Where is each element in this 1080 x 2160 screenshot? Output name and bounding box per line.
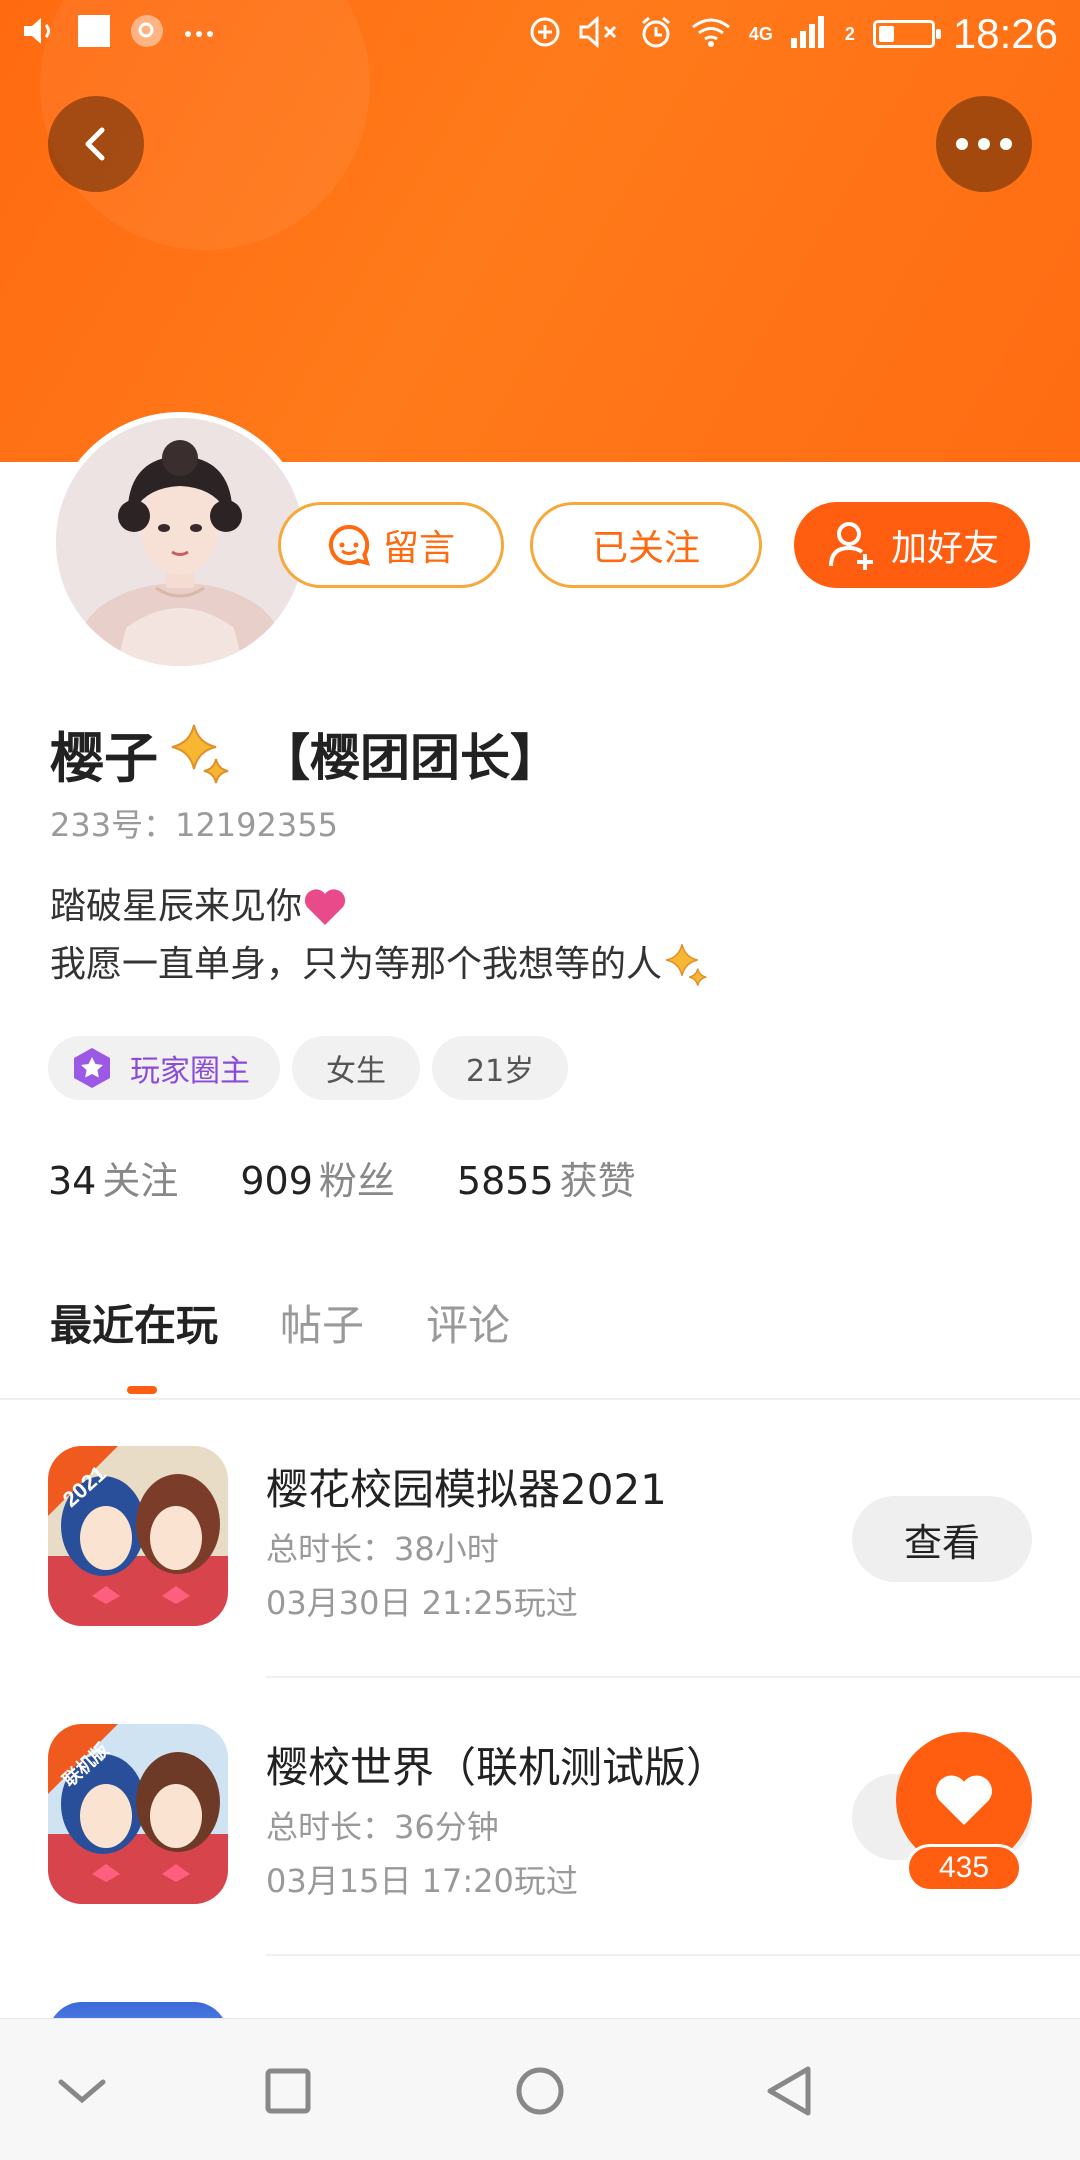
- sim-slot: 2: [844, 23, 855, 44]
- following-label: 关注: [102, 1159, 179, 1203]
- bio-line-1: 踏破星辰来见你: [50, 886, 303, 927]
- avatar[interactable]: [50, 412, 310, 672]
- volume-icon: [22, 16, 58, 50]
- more-button[interactable]: [936, 96, 1032, 192]
- wifi-icon: [691, 16, 731, 52]
- following-count: 34: [48, 1159, 97, 1203]
- user-bio: 踏破星辰来见你 我愿一直单身，只为等那个我想等的人: [50, 878, 712, 994]
- game-duration: 总时长：36分钟: [266, 1808, 499, 1846]
- game-last-played: 03月30日 21:25玩过: [266, 1584, 578, 1622]
- system-nav-bar: [0, 2018, 1080, 2160]
- profile-header: 4G 2 18:26: [0, 0, 1080, 462]
- triangle-back-icon: [767, 2066, 811, 2116]
- chat-bubble-icon: [329, 524, 370, 566]
- fans-count: 909: [240, 1159, 313, 1203]
- heart-icon: [936, 1775, 992, 1826]
- tab-recent-played[interactable]: 最近在玩: [50, 1292, 218, 1353]
- profile-tabs: 最近在玩 帖子 评论: [50, 1292, 510, 1353]
- nav-back-button[interactable]: [758, 2059, 822, 2123]
- likes-count: 5855: [456, 1159, 554, 1203]
- item-divider: [266, 1954, 1080, 1956]
- tab-posts[interactable]: 帖子: [280, 1292, 364, 1353]
- game-title: 樱花校园模拟器2021: [266, 1465, 667, 1514]
- chevron-down-icon: [58, 2079, 106, 2104]
- square-icon: [265, 2068, 311, 2114]
- following-stat[interactable]: 34 关注: [48, 1150, 178, 1205]
- tab-comments[interactable]: 评论: [426, 1292, 510, 1353]
- mute-icon: [579, 15, 621, 52]
- circle-owner-tag[interactable]: 玩家圈主: [48, 1036, 280, 1100]
- fans-stat[interactable]: 909 粉丝: [240, 1150, 395, 1205]
- user-name: 樱子: [50, 727, 158, 790]
- like-count-badge: 435: [906, 1844, 1022, 1892]
- game-duration: 总时长：38小时: [266, 1530, 499, 1568]
- view-game-button[interactable]: 查看: [852, 1496, 1032, 1582]
- network-type: 4G: [748, 23, 773, 44]
- game-list-item[interactable]: 2021 樱花校园模拟器2021 总时长：38小时 03月30日 21:25玩过…: [0, 1400, 1080, 1678]
- more-notifications-icon: [184, 24, 214, 43]
- likes-label: 获赞: [559, 1159, 636, 1203]
- add-friend-button[interactable]: 加好友: [794, 502, 1030, 588]
- add-user-icon: [828, 522, 873, 570]
- more-horizontal-icon: [956, 138, 1012, 150]
- likes-stat[interactable]: 5855 获赞: [457, 1150, 636, 1205]
- status-bar: 4G 2 18:26: [0, 0, 1080, 72]
- alarm-icon: [639, 15, 673, 53]
- gender-tag: 女生: [292, 1036, 420, 1100]
- circle-owner-label: 玩家圈主: [130, 1054, 250, 1089]
- sparkle-icon: [666, 944, 707, 986]
- user-stats: 34 关注 909 粉丝 5855 获赞: [48, 1150, 636, 1205]
- star-badge-icon: [74, 1048, 110, 1088]
- game-last-played: 03月15日 17:20玩过: [266, 1862, 578, 1900]
- signal-icon: [790, 16, 827, 52]
- user-title-tag: 【樱团团长】: [260, 728, 560, 787]
- message-button-label: 留言: [382, 528, 455, 569]
- avatar-image: [56, 418, 304, 666]
- chevron-left-icon: [85, 127, 105, 161]
- game-icon: 联机版: [48, 1724, 228, 1904]
- add-friend-button-label: 加好友: [890, 528, 999, 569]
- fans-label: 粉丝: [318, 1159, 395, 1203]
- nav-collapse-button[interactable]: [50, 2059, 114, 2123]
- followed-button[interactable]: 已关注: [530, 502, 762, 588]
- tab-active-indicator: [127, 1386, 157, 1394]
- message-button[interactable]: 留言: [278, 502, 504, 588]
- circle-icon: [516, 2067, 564, 2115]
- nav-home-button[interactable]: [508, 2059, 572, 2123]
- battery-icon: [872, 20, 941, 48]
- nav-recents-button[interactable]: [256, 2059, 320, 2123]
- notification-square-icon: [78, 15, 110, 51]
- sparkle-icon: [171, 724, 229, 783]
- name-row: 樱子 【樱团团长】: [50, 714, 560, 793]
- data-saver-icon: [529, 16, 561, 52]
- age-tag: 21岁: [432, 1036, 569, 1100]
- game-icon: 2021: [48, 1446, 228, 1626]
- followed-button-label: 已关注: [591, 528, 700, 569]
- back-button[interactable]: [48, 96, 144, 192]
- game-title: 樱校世界（联机测试版）: [266, 1743, 729, 1792]
- user-tags: 玩家圈主 女生 21岁: [48, 1036, 569, 1100]
- heart-icon: [304, 889, 346, 925]
- search-app-icon: [130, 14, 164, 52]
- bio-line-2: 我愿一直单身，只为等那个我想等的人: [50, 944, 663, 985]
- status-time: 18:26: [952, 10, 1058, 57]
- user-id: 233号：12192355: [50, 806, 338, 844]
